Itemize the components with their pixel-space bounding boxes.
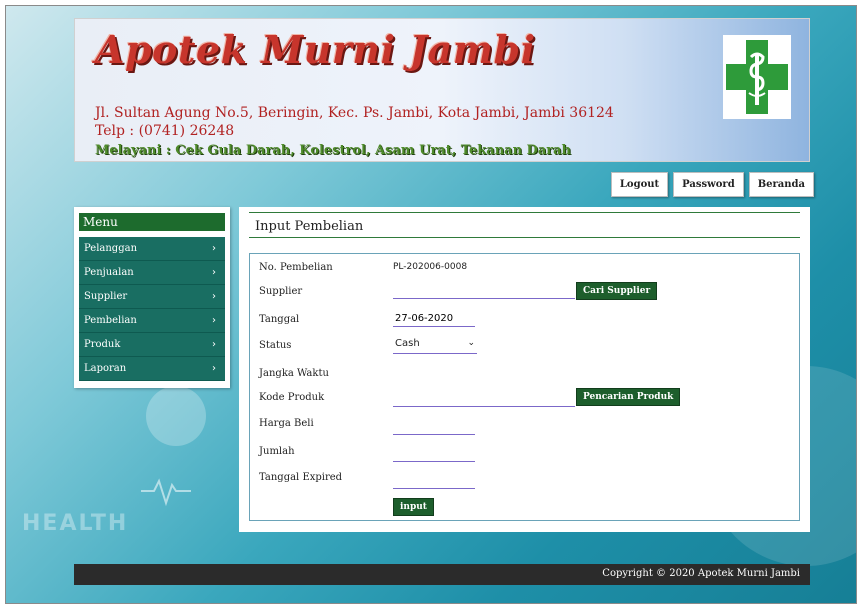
sidebar-item-pembelian[interactable]: Pembelian › <box>79 309 225 333</box>
sidebar-item-label: Laporan <box>84 363 127 374</box>
harga-beli-field[interactable] <box>393 418 475 435</box>
site-title: Apotek Murni Jambi <box>95 27 536 72</box>
bg-eye-glow <box>146 386 206 446</box>
site-header: Apotek Murni Jambi Jl. Sultan Agung No.5… <box>74 18 810 162</box>
sidebar-item-label: Pelanggan <box>84 243 138 254</box>
kode-produk-label: Kode Produk <box>259 392 325 403</box>
no-pembelian-value: PL-202006-0008 <box>393 262 468 272</box>
chevron-right-icon: › <box>212 339 216 350</box>
pencarian-produk-button[interactable]: Pencarian Produk <box>576 388 681 406</box>
jangka-waktu-label: Jangka Waktu <box>259 368 329 379</box>
chevron-right-icon: › <box>212 315 216 326</box>
kode-produk-field[interactable] <box>393 390 575 407</box>
tanggal-expired-label: Tanggal Expired <box>259 472 343 483</box>
sidebar-title: Menu <box>79 213 225 231</box>
chevron-right-icon: › <box>212 363 216 374</box>
main-panel: Input Pembelian No. Pembelian PL-202006-… <box>239 207 810 532</box>
sidebar-item-produk[interactable]: Produk › <box>79 333 225 357</box>
divider <box>249 212 800 213</box>
sidebar-item-label: Supplier <box>84 291 128 302</box>
input-button[interactable]: input <box>393 498 434 516</box>
pharmacy-cross-logo <box>721 33 793 121</box>
tanggal-field[interactable] <box>393 310 475 327</box>
chevron-right-icon: › <box>212 267 216 278</box>
site-phone: Telp : (0741) 26248 <box>95 123 235 139</box>
page-title: Input Pembelian <box>255 219 364 234</box>
sidebar: Menu Pelanggan › Penjualan › Supplier › Pem… <box>74 207 230 388</box>
sidebar-item-penjualan[interactable]: Penjualan › <box>79 261 225 285</box>
purchase-form: No. Pembelian PL-202006-0008 Supplier Ca… <box>249 253 800 521</box>
site-footer: Copyright © 2020 Apotek Murni Jambi <box>74 564 810 585</box>
top-navigation: Logout Password Beranda <box>610 172 814 197</box>
status-label: Status <box>259 340 292 351</box>
sidebar-item-label: Penjualan <box>84 267 134 278</box>
tanggal-expired-field[interactable] <box>393 472 475 489</box>
sidebar-menu: Pelanggan › Penjualan › Supplier › Pembelia… <box>79 237 225 381</box>
harga-beli-label: Harga Beli <box>259 418 314 429</box>
password-button[interactable]: Password <box>673 172 744 197</box>
status-select[interactable]: Cash ⌄ <box>393 338 477 354</box>
chevron-right-icon: › <box>212 243 216 254</box>
supplier-label: Supplier <box>259 286 303 297</box>
sidebar-item-supplier[interactable]: Supplier › <box>79 285 225 309</box>
beranda-button[interactable]: Beranda <box>748 172 814 197</box>
sidebar-item-label: Produk <box>84 339 121 350</box>
copyright-text: Copyright © 2020 Apotek Murni Jambi <box>602 568 800 579</box>
tanggal-label: Tanggal <box>259 314 300 325</box>
sidebar-item-pelanggan[interactable]: Pelanggan › <box>79 237 225 261</box>
bg-watermark: HEALTH <box>22 511 129 536</box>
jumlah-field[interactable] <box>393 445 475 462</box>
sidebar-item-laporan[interactable]: Laporan › <box>79 357 225 381</box>
divider <box>249 237 800 238</box>
site-address: Jl. Sultan Agung No.5, Beringin, Kec. Ps… <box>95 105 614 121</box>
heartbeat-icon <box>141 478 191 507</box>
no-pembelian-label: No. Pembelian <box>259 262 333 273</box>
chevron-down-icon: ⌄ <box>467 338 475 348</box>
chevron-right-icon: › <box>212 291 216 302</box>
logout-button[interactable]: Logout <box>610 172 669 197</box>
status-selected-value: Cash <box>395 338 420 349</box>
cari-supplier-button[interactable]: Cari Supplier <box>576 282 658 300</box>
jumlah-label: Jumlah <box>259 446 295 457</box>
supplier-field[interactable] <box>393 282 575 299</box>
sidebar-item-label: Pembelian <box>84 315 137 326</box>
site-services: Melayani : Cek Gula Darah, Kolestrol, As… <box>95 143 571 158</box>
